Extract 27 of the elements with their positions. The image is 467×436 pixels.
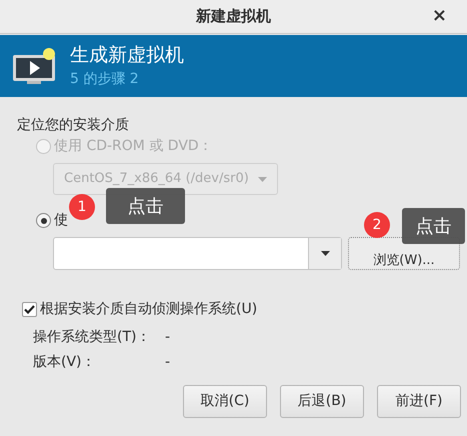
radio-label: 使用 CD-ROM 或 DVD： (54, 137, 213, 156)
info-label: 版本(V)： (33, 352, 97, 372)
cancel-button[interactable]: 取消(C) (183, 385, 267, 418)
header-title: 生成新虚拟机 (70, 43, 184, 68)
iso-path-field[interactable] (53, 237, 342, 270)
step-badge: 2 (364, 212, 390, 238)
section-label: 定位您的安装介质 (17, 117, 129, 133)
close-button[interactable]: × (432, 7, 447, 25)
caret-icon (258, 176, 267, 182)
window-title: 新建虚拟机 (196, 6, 271, 28)
callout-tooltip: 点击 (402, 208, 465, 244)
radio-button[interactable] (36, 213, 51, 228)
dropdown-value: CentOS_7_x86_64 (/dev/sr0) (64, 170, 249, 188)
checkmark-icon (24, 305, 35, 314)
info-value: - (165, 352, 170, 372)
caret-icon (320, 251, 330, 256)
checkbox-label: 根据安装介质自动侦测操作系统(U) (40, 300, 258, 319)
back-button[interactable]: 后退(B) (280, 385, 364, 418)
checkbox[interactable] (22, 302, 37, 317)
info-label: 操作系统类型(T)： (33, 328, 152, 346)
forward-button[interactable]: 前进(F) (377, 385, 461, 418)
monitor-play-icon (12, 46, 56, 86)
info-value: - (165, 328, 170, 346)
callout-tooltip: 点击 (106, 188, 185, 224)
radio-label: 使 (54, 211, 68, 230)
step-indicator: 5 的步骤 2 (70, 70, 140, 89)
step-badge: 1 (69, 194, 95, 220)
